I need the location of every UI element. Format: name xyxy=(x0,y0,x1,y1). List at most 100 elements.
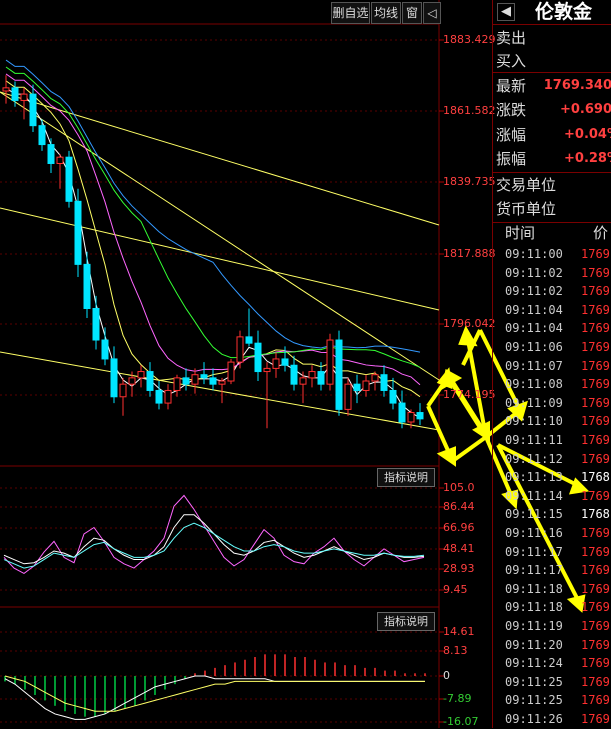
tick-time: 09:11:15 xyxy=(505,507,563,522)
tick-row: 09:11:19 1769. xyxy=(493,617,611,635)
latest-label: 最新 xyxy=(496,77,527,95)
candle xyxy=(254,330,262,382)
candle xyxy=(182,368,190,391)
tick-time: 09:11:16 xyxy=(505,526,563,540)
col-time: 时间 xyxy=(505,224,536,242)
axis-tick-label: 1774.195 xyxy=(443,388,496,401)
axis-tick-label: 86.44 xyxy=(443,500,475,513)
tick-price: 1769. xyxy=(581,395,611,410)
buy-row: 买入 xyxy=(493,49,611,73)
candle xyxy=(263,362,271,429)
change-row: 涨跌 +0.690 xyxy=(493,98,611,122)
ind1-line-d xyxy=(3,514,425,565)
tick-row: 09:11:08 1769. xyxy=(493,375,611,393)
indicator-explain-button-2[interactable]: 指标说明 xyxy=(377,612,435,631)
latest-row: 最新 1769.340 xyxy=(493,74,611,98)
axis-tick-label: 66.96 xyxy=(443,521,475,534)
tick-price: 1769. xyxy=(581,544,611,559)
indicator-explain-button-1[interactable]: 指标说明 xyxy=(377,468,435,487)
candle xyxy=(218,377,226,404)
tick-row: 09:11:25 1769. xyxy=(493,691,611,709)
axis-tick-label: 1839.735 xyxy=(443,175,496,188)
trade-unit-row: 交易单位 xyxy=(493,173,611,197)
axis-tick-label: 0 xyxy=(443,669,450,682)
change-value: +0.690 xyxy=(559,102,611,117)
axis-tick-label: 9.45 xyxy=(443,583,468,596)
moving-average-button[interactable]: 均线 xyxy=(371,2,401,24)
tick-time: 09:11:20 xyxy=(505,637,563,652)
candle xyxy=(209,368,217,391)
ind2-grid xyxy=(0,631,439,723)
tick-price: 1769. xyxy=(581,526,611,540)
tick-row: 09:11:18 1769. xyxy=(493,598,611,616)
axis-tick-label: 1817.888 xyxy=(443,247,496,260)
candle xyxy=(416,403,424,426)
trend-line-mid xyxy=(0,207,440,311)
latest-value: 1769.340 xyxy=(543,78,611,93)
tick-row: 09:11:26 1769. xyxy=(493,710,611,728)
axis-tick-label: 8.13 xyxy=(443,644,468,657)
axis-tick-label: -16.07 xyxy=(443,715,479,728)
candle xyxy=(245,308,253,347)
delete-watchlist-button[interactable]: 删自选 xyxy=(331,2,370,24)
candle xyxy=(380,365,388,397)
tick-price: 1769. xyxy=(581,656,611,671)
tick-time: 09:11:04 xyxy=(505,321,563,336)
amplitude-label: 振幅 xyxy=(496,150,527,168)
tick-time: 09:11:02 xyxy=(505,265,563,280)
candles xyxy=(2,75,424,429)
tick-row: 09:11:20 1769. xyxy=(493,636,611,654)
tick-price: 1769. xyxy=(581,488,611,503)
candle xyxy=(362,374,370,397)
pin-button[interactable]: ◁ xyxy=(423,2,441,24)
tick-row: 09:11:09 1769. xyxy=(493,394,611,412)
tick-row: 09:11:25 1769. xyxy=(493,673,611,691)
candle xyxy=(2,75,10,104)
candle xyxy=(29,84,37,132)
candle xyxy=(353,374,361,404)
candle xyxy=(326,333,334,391)
tick-header: 时间 价 xyxy=(493,223,611,243)
axis-tick-label: 105.0 xyxy=(443,481,475,494)
tick-price: 1769. xyxy=(581,340,611,354)
tick-time: 09:11:19 xyxy=(505,619,563,633)
tick-time: 09:11:11 xyxy=(505,433,563,447)
candle xyxy=(83,251,91,318)
tick-price: 1769. xyxy=(581,581,611,596)
candle xyxy=(146,362,154,397)
tick-price: 1769. xyxy=(581,693,611,708)
tick-price: 1769. xyxy=(581,563,611,578)
change-pct-value: +0.04% xyxy=(564,127,611,142)
tick-time: 09:11:13 xyxy=(505,470,563,485)
collapse-icon[interactable]: ◀ xyxy=(497,3,515,21)
tick-price: 1769. xyxy=(581,302,611,317)
tick-time: 09:11:00 xyxy=(505,247,563,261)
tick-row: 09:11:17 1769. xyxy=(493,561,611,579)
tick-time: 09:11:18 xyxy=(505,600,563,615)
tick-row: 09:11:00 1769. xyxy=(493,245,611,263)
axis-tick-label: -7.89 xyxy=(443,692,472,705)
candle xyxy=(137,365,145,388)
tick-time: 09:11:02 xyxy=(505,284,563,299)
trend-line-lower xyxy=(0,351,440,431)
tick-row: 09:11:12 1769. xyxy=(493,450,611,468)
tick-price: 1769. xyxy=(581,600,611,615)
tick-row: 09:11:07 1769. xyxy=(493,357,611,375)
quote-panel: ◀ 伦敦金 卖出 买入 最新 1769.340 涨跌 +0.690 涨幅 +0.… xyxy=(492,0,611,728)
tick-row: 09:11:10 1769. xyxy=(493,412,611,430)
tick-time: 09:11:07 xyxy=(505,358,563,373)
window-button[interactable]: 窗 xyxy=(402,2,422,24)
currency-unit-label: 货币单位 xyxy=(496,200,557,218)
tick-time: 09:11:24 xyxy=(505,656,563,671)
tick-time: 09:11:25 xyxy=(505,693,563,708)
candle xyxy=(155,381,163,410)
tick-price: 1768. xyxy=(581,470,611,485)
tick-time: 09:11:06 xyxy=(505,340,563,354)
tick-price: 1769. xyxy=(581,637,611,652)
change-pct-label: 涨幅 xyxy=(496,126,527,144)
tick-time: 09:11:12 xyxy=(505,451,563,466)
tick-price: 1769. xyxy=(581,321,611,336)
quote-header: ◀ 伦敦金 xyxy=(493,0,611,25)
instrument-name: 伦敦金 xyxy=(535,1,593,23)
pin-icon: ◁ xyxy=(427,6,437,20)
